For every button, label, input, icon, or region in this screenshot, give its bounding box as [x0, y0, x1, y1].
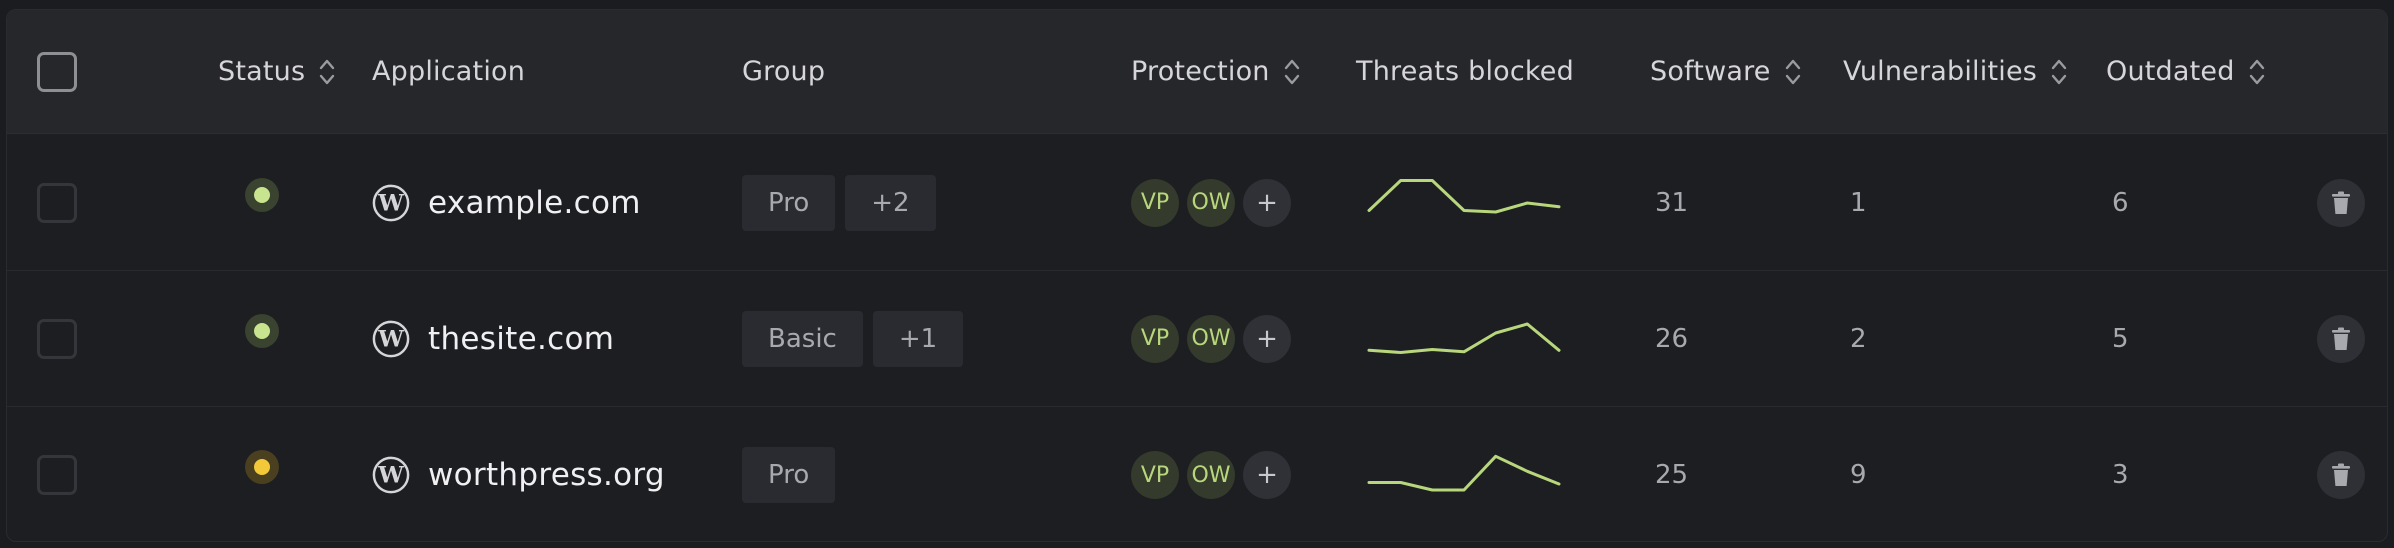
software-column-header[interactable]: Software — [1650, 10, 1801, 133]
application-name[interactable]: worthpress.org — [428, 457, 665, 493]
wordpress-icon: W — [372, 320, 410, 357]
protection-header-label: Protection — [1131, 56, 1270, 87]
row-select-cell — [37, 271, 77, 406]
group-more-tag[interactable]: +1 — [872, 310, 964, 367]
group-header-label: Group — [742, 56, 826, 87]
outdated-count: 3 — [2112, 460, 2129, 490]
group-column-header: Group — [742, 10, 825, 133]
outdated-header-label: Outdated — [2106, 56, 2235, 87]
threats-line — [1367, 178, 1561, 213]
application-cell[interactable]: W worthpress.org — [372, 407, 665, 541]
row-select-cell — [37, 135, 77, 270]
trash-icon — [2332, 327, 2350, 350]
threats-column-header: Threats blocked — [1356, 10, 1574, 133]
threats-cell — [1364, 135, 1564, 270]
software-count: 26 — [1655, 323, 1689, 354]
vulnerabilities-count: 9 — [1850, 460, 1867, 490]
add-protection-button[interactable]: + — [1243, 178, 1291, 227]
protection-cell: VP OW + — [1131, 271, 1299, 406]
application-column-header: Application — [372, 10, 525, 133]
threats-sparkline — [1367, 322, 1561, 354]
sort-icon[interactable] — [319, 57, 335, 87]
sort-icon[interactable] — [2249, 57, 2265, 87]
row-checkbox[interactable] — [37, 318, 77, 359]
select-all-checkbox[interactable] — [37, 51, 77, 92]
row-checkbox[interactable] — [37, 455, 77, 495]
actions-cell — [2317, 407, 2365, 541]
protection-badge-ow[interactable]: OW — [1187, 178, 1235, 227]
row-select-cell — [37, 407, 77, 541]
delete-button[interactable] — [2317, 178, 2365, 227]
wordpress-icon: W — [372, 456, 410, 494]
threats-cell — [1364, 271, 1564, 406]
delete-button[interactable] — [2317, 451, 2365, 499]
row-checkbox[interactable] — [37, 182, 77, 223]
protection-badge-vp[interactable]: VP — [1131, 451, 1179, 499]
threats-cell — [1364, 407, 1564, 541]
protection-badge-ow[interactable]: OW — [1187, 314, 1235, 363]
software-header-label: Software — [1650, 56, 1771, 87]
status-indicator-icon — [245, 450, 279, 484]
software-count: 25 — [1655, 460, 1689, 490]
status-indicator-icon — [245, 177, 279, 212]
group-cell: Pro +2 — [742, 135, 946, 270]
select-all-cell — [37, 10, 77, 133]
sites-table: Status Application Group Protection Thre… — [6, 9, 2388, 542]
vulnerabilities-count: 2 — [1850, 323, 1867, 354]
protection-badge-ow[interactable]: OW — [1187, 451, 1235, 499]
group-tag[interactable]: Pro — [742, 447, 836, 503]
add-protection-button[interactable]: + — [1243, 451, 1291, 499]
application-name[interactable]: example.com — [428, 185, 641, 221]
protection-badge-vp[interactable]: VP — [1131, 314, 1179, 363]
threats-line — [1367, 322, 1561, 354]
application-cell[interactable]: W thesite.com — [372, 271, 614, 406]
group-tag[interactable]: Pro — [742, 174, 836, 231]
protection-column-header[interactable]: Protection — [1131, 10, 1300, 133]
trash-icon — [2332, 463, 2350, 486]
table-header: Status Application Group Protection Thre… — [7, 10, 2387, 134]
application-cell[interactable]: W example.com — [372, 135, 641, 270]
sort-icon[interactable] — [1284, 57, 1300, 87]
group-cell: Pro — [742, 407, 845, 541]
outdated-count: 6 — [2112, 187, 2129, 218]
svg-text:W: W — [377, 190, 404, 216]
delete-button[interactable] — [2317, 314, 2365, 363]
threats-line — [1367, 454, 1561, 492]
table-row[interactable]: W thesite.com Basic +1 VP OW + 26 2 5 — [7, 271, 2387, 407]
vulnerabilities-count: 1 — [1850, 187, 1867, 218]
sort-icon[interactable] — [1785, 57, 1801, 87]
sort-icon[interactable] — [2051, 57, 2067, 87]
status-cell — [245, 399, 279, 535]
group-more-tag[interactable]: +2 — [845, 174, 936, 231]
status-indicator-icon — [245, 313, 279, 348]
status-header-label: Status — [218, 56, 306, 87]
application-header-label: Application — [372, 56, 526, 87]
status-column-header[interactable]: Status — [218, 10, 335, 133]
outdated-count: 5 — [2112, 323, 2129, 354]
svg-text:W: W — [377, 463, 404, 489]
trash-icon — [2332, 191, 2350, 214]
table-row[interactable]: W example.com Pro +2 VP OW + 31 1 6 — [7, 135, 2387, 271]
threats-sparkline — [1367, 178, 1561, 213]
threats-sparkline — [1367, 454, 1561, 492]
svg-text:W: W — [377, 326, 404, 352]
threats-header-label: Threats blocked — [1356, 56, 1574, 87]
wordpress-icon: W — [372, 184, 410, 221]
status-cell — [245, 127, 279, 262]
actions-cell — [2317, 135, 2365, 270]
group-tag[interactable]: Basic — [742, 310, 863, 367]
outdated-column-header[interactable]: Outdated — [2106, 10, 2265, 133]
protection-badge-vp[interactable]: VP — [1131, 178, 1179, 227]
group-cell: Basic +1 — [742, 271, 973, 406]
vulnerabilities-header-label: Vulnerabilities — [1843, 56, 2038, 87]
actions-cell — [2317, 271, 2365, 406]
software-count: 31 — [1655, 187, 1689, 218]
status-cell — [245, 263, 279, 398]
application-name[interactable]: thesite.com — [428, 321, 614, 357]
add-protection-button[interactable]: + — [1243, 314, 1291, 363]
vulnerabilities-column-header[interactable]: Vulnerabilities — [1843, 10, 2067, 133]
protection-cell: VP OW + — [1131, 407, 1299, 541]
protection-cell: VP OW + — [1131, 135, 1299, 270]
table-row[interactable]: W worthpress.org Pro VP OW + 25 9 3 — [7, 407, 2387, 541]
